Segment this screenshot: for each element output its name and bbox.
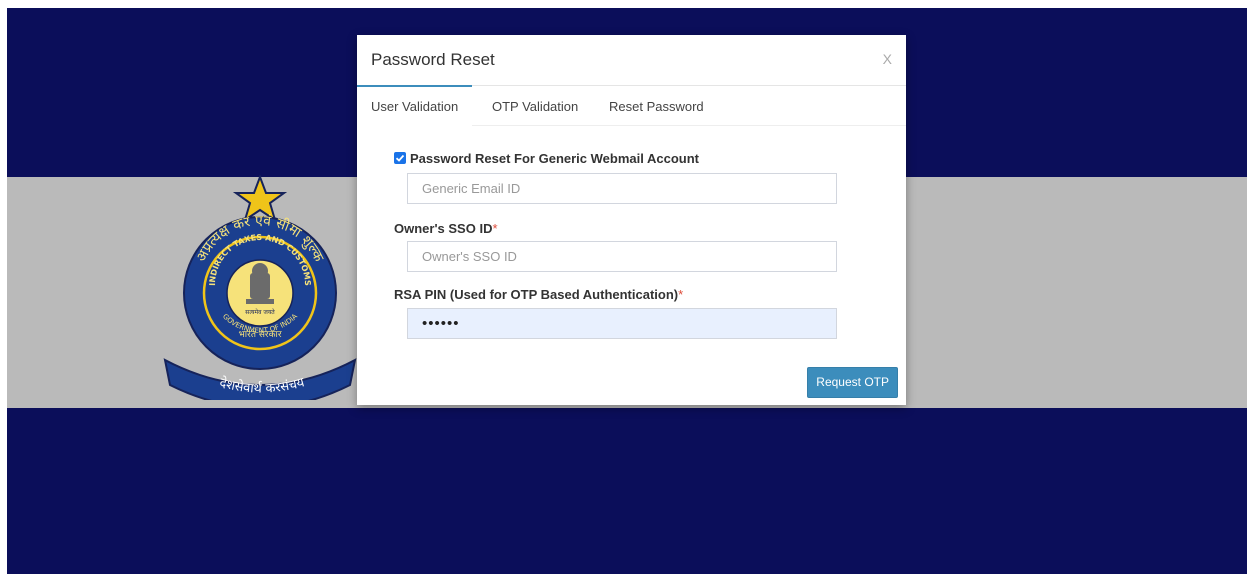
modal-title: Password Reset	[371, 50, 495, 69]
owner-sso-label-text: Owner's SSO ID	[394, 221, 493, 236]
required-mark: *	[492, 221, 498, 236]
password-reset-modal: Password Reset X User Validation OTP Val…	[357, 35, 906, 405]
tab-otp-validation[interactable]: OTP Validation	[478, 85, 592, 124]
rsa-pin-label-text: RSA PIN (Used for OTP Based Authenticati…	[394, 287, 679, 302]
rsa-pin-input[interactable]: ••••••	[407, 308, 837, 339]
owner-sso-input[interactable]: Owner's SSO ID	[407, 241, 837, 272]
tab-user-validation[interactable]: User Validation	[357, 85, 473, 126]
request-otp-button[interactable]: Request OTP	[807, 367, 898, 398]
cbic-emblem-logo: अप्रत्यक्ष कर एवं सीमा शुल्क INDIRECT TA…	[163, 175, 357, 400]
generic-webmail-checkbox[interactable]	[394, 152, 406, 164]
generic-email-input[interactable]: Generic Email ID	[407, 173, 837, 204]
background-band-bottom	[7, 408, 1247, 574]
check-icon	[395, 154, 405, 162]
modal-header: Password Reset X	[357, 35, 906, 86]
svg-text:भारत सरकार: भारत सरकार	[238, 330, 281, 340]
svg-text:सत्यमेव जयते: सत्यमेव जयते	[245, 308, 275, 316]
required-mark: *	[678, 287, 684, 302]
tab-reset-password[interactable]: Reset Password	[595, 85, 718, 124]
tab-bar: User Validation OTP Validation Reset Pas…	[357, 85, 906, 126]
close-icon[interactable]: X	[883, 51, 892, 67]
generic-webmail-checkbox-label: Password Reset For Generic Webmail Accou…	[410, 151, 699, 166]
owner-sso-label: Owner's SSO ID*	[394, 221, 498, 236]
rsa-pin-label: RSA PIN (Used for OTP Based Authenticati…	[394, 287, 683, 302]
